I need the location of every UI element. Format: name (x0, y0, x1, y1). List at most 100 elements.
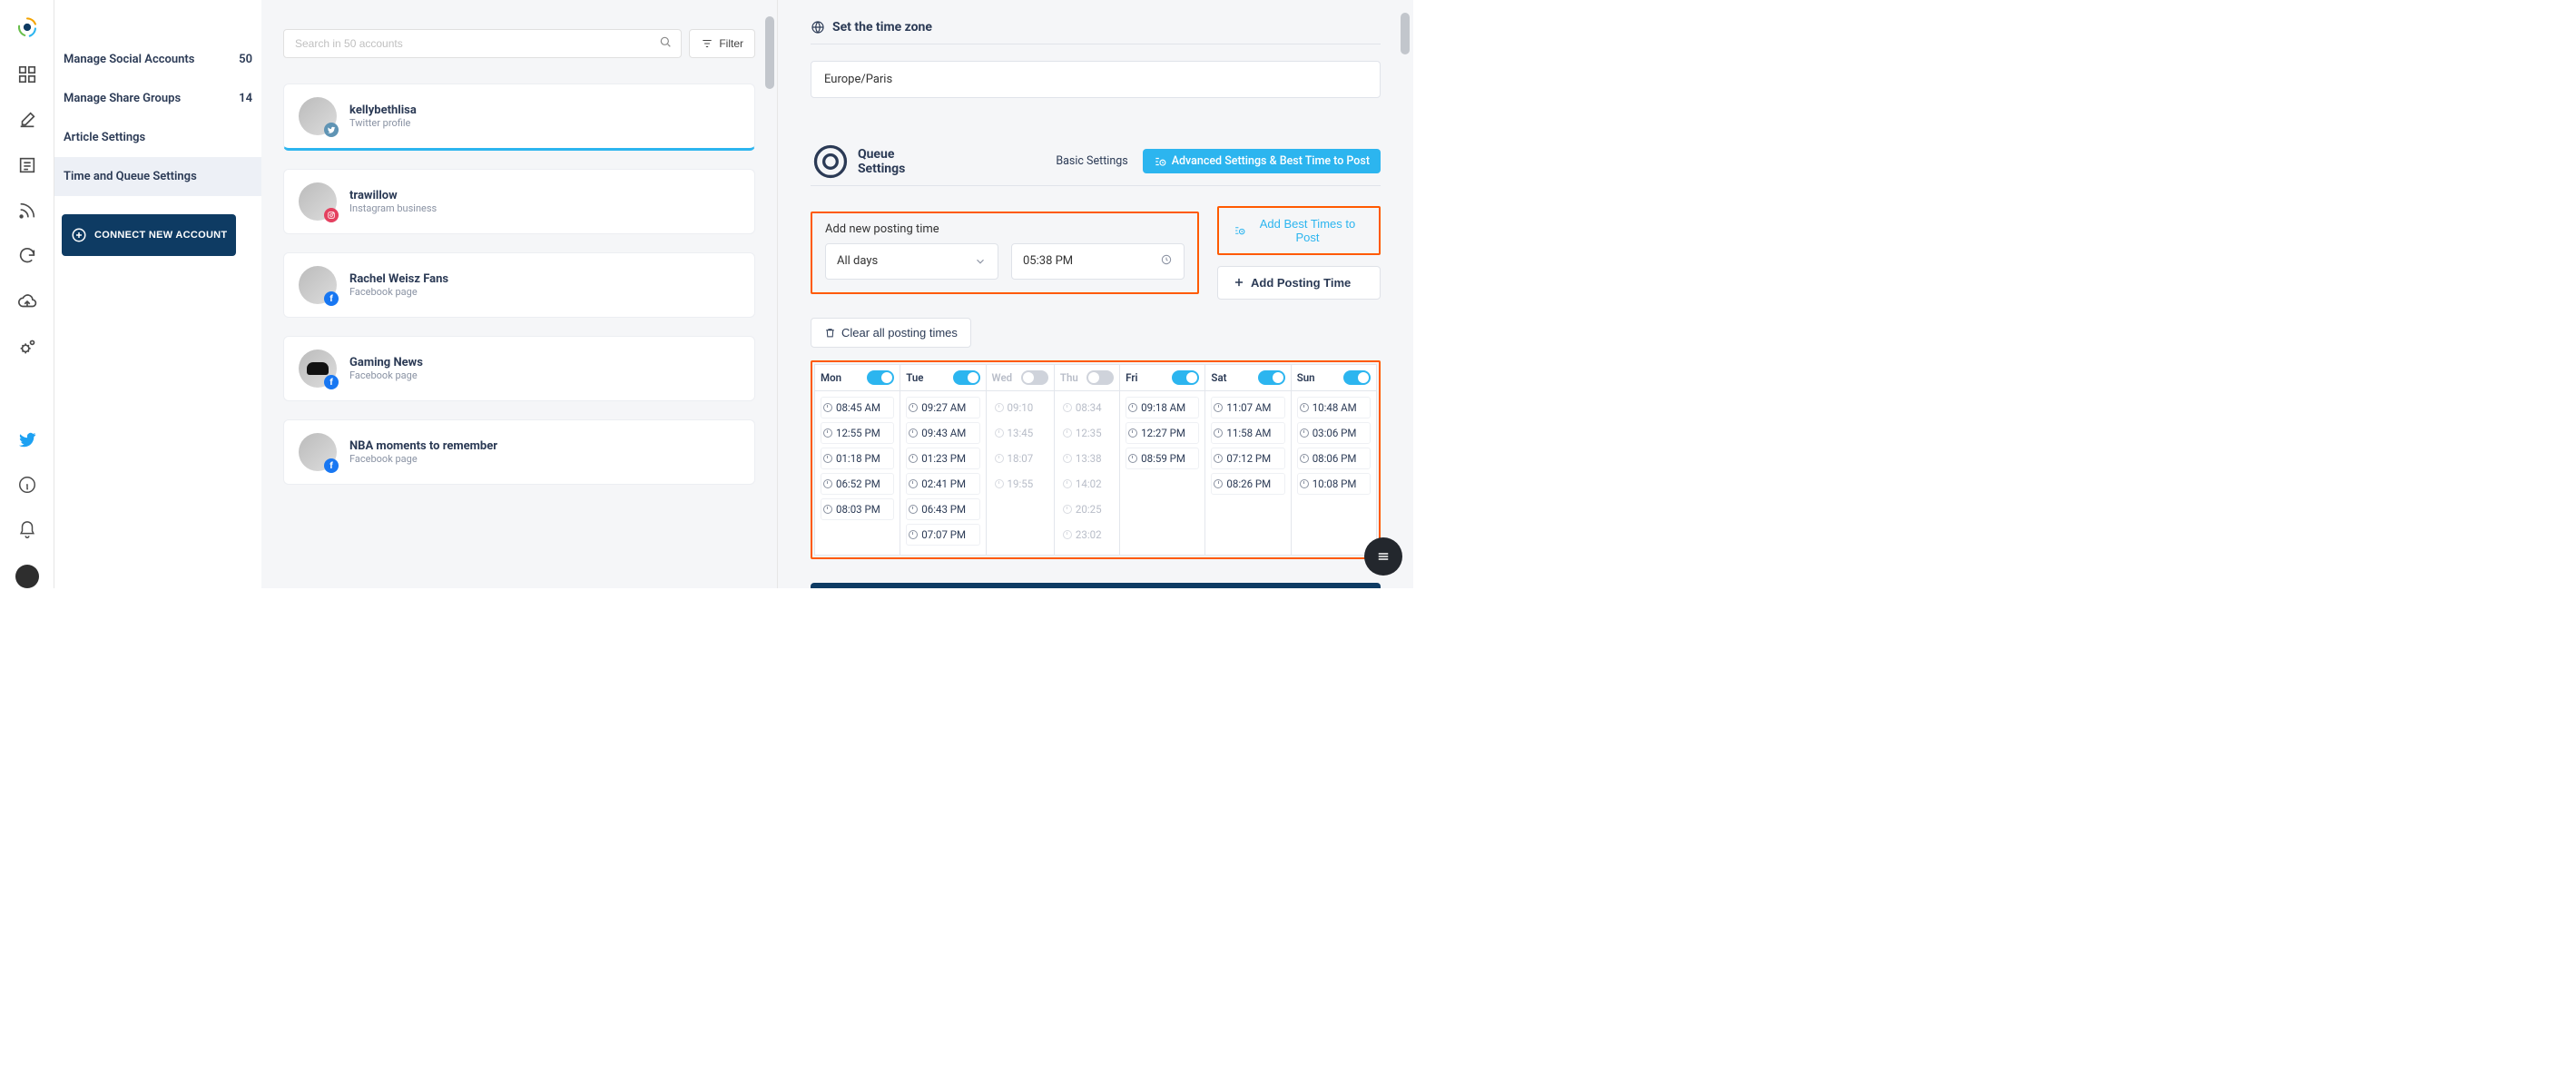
clock-icon (1300, 403, 1309, 412)
posting-time: 13:45 (992, 422, 1048, 444)
clock-icon (823, 428, 832, 438)
posting-time[interactable]: 09:43 AM (906, 422, 979, 444)
account-card[interactable]: kellybethlisa Twitter profile (283, 84, 755, 151)
timezone-select[interactable]: Europe/Paris (811, 61, 1381, 98)
accounts-scrollbar[interactable] (762, 0, 777, 588)
notifications-icon[interactable] (16, 519, 38, 541)
posting-time[interactable]: 07:07 PM (906, 524, 979, 546)
day-toggle[interactable] (867, 370, 894, 385)
posting-time[interactable]: 08:59 PM (1126, 448, 1199, 469)
queue-heading: Queue Settings (811, 142, 905, 182)
account-card[interactable]: trawillow Instagram business (283, 169, 755, 234)
time-input[interactable]: 05:38 PM (1011, 243, 1185, 280)
posting-time[interactable]: 10:48 AM (1297, 397, 1371, 418)
app-logo[interactable] (15, 15, 40, 40)
posting-time[interactable]: 07:12 PM (1211, 448, 1284, 469)
add-posting-time-button[interactable]: Add Posting Time (1217, 266, 1381, 300)
posting-time[interactable]: 09:27 AM (906, 397, 979, 418)
user-avatar[interactable] (15, 565, 39, 588)
fb-badge-icon: f (324, 458, 339, 473)
clock-icon (1214, 479, 1223, 488)
posting-time[interactable]: 02:41 PM (906, 473, 979, 495)
nav-count: 50 (239, 53, 252, 66)
feed-icon[interactable] (16, 200, 38, 221)
day-select-value: All days (837, 254, 878, 268)
posting-time: 13:38 (1060, 448, 1114, 469)
nav-manage-groups[interactable]: Manage Share Groups 14 (54, 79, 261, 118)
articles-icon[interactable] (16, 154, 38, 176)
clock-icon (1214, 454, 1223, 463)
posting-time[interactable]: 12:55 PM (821, 422, 894, 444)
filter-button[interactable]: Filter (689, 29, 755, 58)
account-name: trawillow (349, 189, 437, 202)
account-type: Facebook page (349, 369, 423, 381)
clear-posting-times-button[interactable]: Clear all posting times (811, 318, 971, 348)
posting-time: 19:55 (992, 473, 1048, 495)
accounts-column: Filter kellybethlisa Twitter profile tra… (261, 0, 777, 588)
day-toggle[interactable] (953, 370, 980, 385)
day-times-cell: 11:07 AM 11:58 AM 07:12 PM 08:26 PM (1205, 390, 1291, 555)
upload-icon[interactable] (16, 290, 38, 312)
clock-icon (1214, 403, 1223, 412)
add-best-times-button[interactable]: Add Best Times to Post (1223, 210, 1375, 251)
account-name: kellybethlisa (349, 103, 417, 117)
posting-time[interactable]: 09:18 AM (1126, 397, 1199, 418)
nav-time-queue[interactable]: Time and Queue Settings (54, 157, 261, 196)
posting-time[interactable]: 08:03 PM (821, 498, 894, 520)
posting-time: 20:25 (1060, 498, 1114, 520)
add-time-label: Add new posting time (825, 222, 1185, 236)
day-toggle[interactable] (1086, 370, 1114, 385)
tw-badge-icon (324, 123, 339, 137)
posting-time[interactable]: 08:26 PM (1211, 473, 1284, 495)
day-toggle[interactable] (1258, 370, 1285, 385)
day-toggle[interactable] (1343, 370, 1371, 385)
nav-label: Article Settings (64, 131, 145, 144)
plus-icon (1233, 276, 1245, 289)
accounts-search-input[interactable] (283, 29, 682, 58)
settings-icon[interactable] (16, 336, 38, 358)
posting-time[interactable]: 10:08 PM (1297, 473, 1371, 495)
posting-time[interactable]: 08:45 AM (821, 397, 894, 418)
save-queue-button[interactable]: Save queue settings for @kellybethlisa (811, 583, 1381, 588)
account-type: Instagram business (349, 202, 437, 214)
day-name: Wed (992, 371, 1013, 384)
posting-time[interactable]: 12:27 PM (1126, 422, 1199, 444)
day-select[interactable]: All days (825, 243, 998, 280)
clock-icon (1063, 454, 1072, 463)
twitter-icon[interactable] (16, 428, 38, 450)
posting-time[interactable]: 06:43 PM (906, 498, 979, 520)
compose-icon[interactable] (16, 109, 38, 131)
connect-account-button[interactable]: CONNECT NEW ACCOUNT (62, 214, 236, 256)
clock-icon (1128, 454, 1137, 463)
posting-time[interactable]: 08:06 PM (1297, 448, 1371, 469)
recycle-icon[interactable] (16, 245, 38, 267)
account-card[interactable]: f Rachel Weisz Fans Facebook page (283, 252, 755, 318)
day-header: Fri (1126, 370, 1199, 385)
posting-time[interactable]: 11:07 AM (1211, 397, 1284, 418)
day-toggle[interactable] (1021, 370, 1048, 385)
clock-icon (1300, 428, 1309, 438)
nav-manage-accounts[interactable]: Manage Social Accounts 50 (54, 40, 261, 79)
posting-time[interactable]: 01:18 PM (821, 448, 894, 469)
info-icon[interactable] (16, 474, 38, 496)
posting-time[interactable]: 01:23 PM (906, 448, 979, 469)
nav-article-settings[interactable]: Article Settings (54, 118, 261, 157)
clock-icon (823, 454, 832, 463)
tab-advanced-settings[interactable]: Advanced Settings & Best Time to Post (1143, 149, 1381, 173)
account-avatar: f (299, 266, 337, 304)
schedule-table: Mon Tue Wed Thu Fri Sat Sun 08:45 AM12:5… (814, 364, 1377, 556)
connect-label: CONNECT NEW ACCOUNT (94, 230, 227, 241)
day-toggle[interactable] (1172, 370, 1199, 385)
posting-time[interactable]: 03:06 PM (1297, 422, 1371, 444)
posting-time[interactable]: 06:52 PM (821, 473, 894, 495)
clock-icon (995, 479, 1004, 488)
posting-time[interactable]: 11:58 AM (1211, 422, 1284, 444)
tab-basic-settings[interactable]: Basic Settings (1054, 149, 1129, 173)
account-card[interactable]: f NBA moments to remember Facebook page (283, 419, 755, 485)
help-fab[interactable] (1364, 537, 1402, 576)
clock-icon (1128, 428, 1137, 438)
chevron-down-icon (974, 255, 987, 268)
dashboard-icon[interactable] (16, 64, 38, 85)
account-card[interactable]: f Gaming News Facebook page (283, 336, 755, 401)
clock-icon (1063, 479, 1072, 488)
